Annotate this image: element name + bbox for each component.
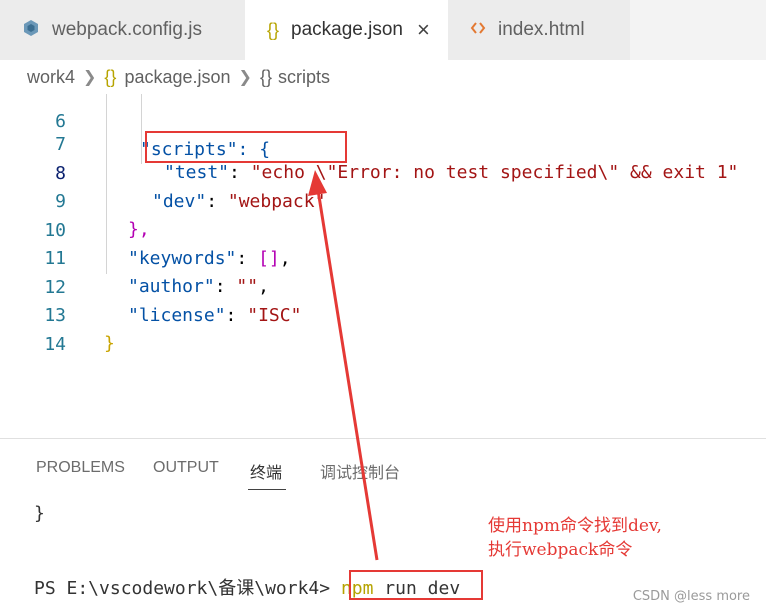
watermark: CSDN @less more — [632, 589, 750, 604]
annotation-arrow — [308, 170, 379, 561]
